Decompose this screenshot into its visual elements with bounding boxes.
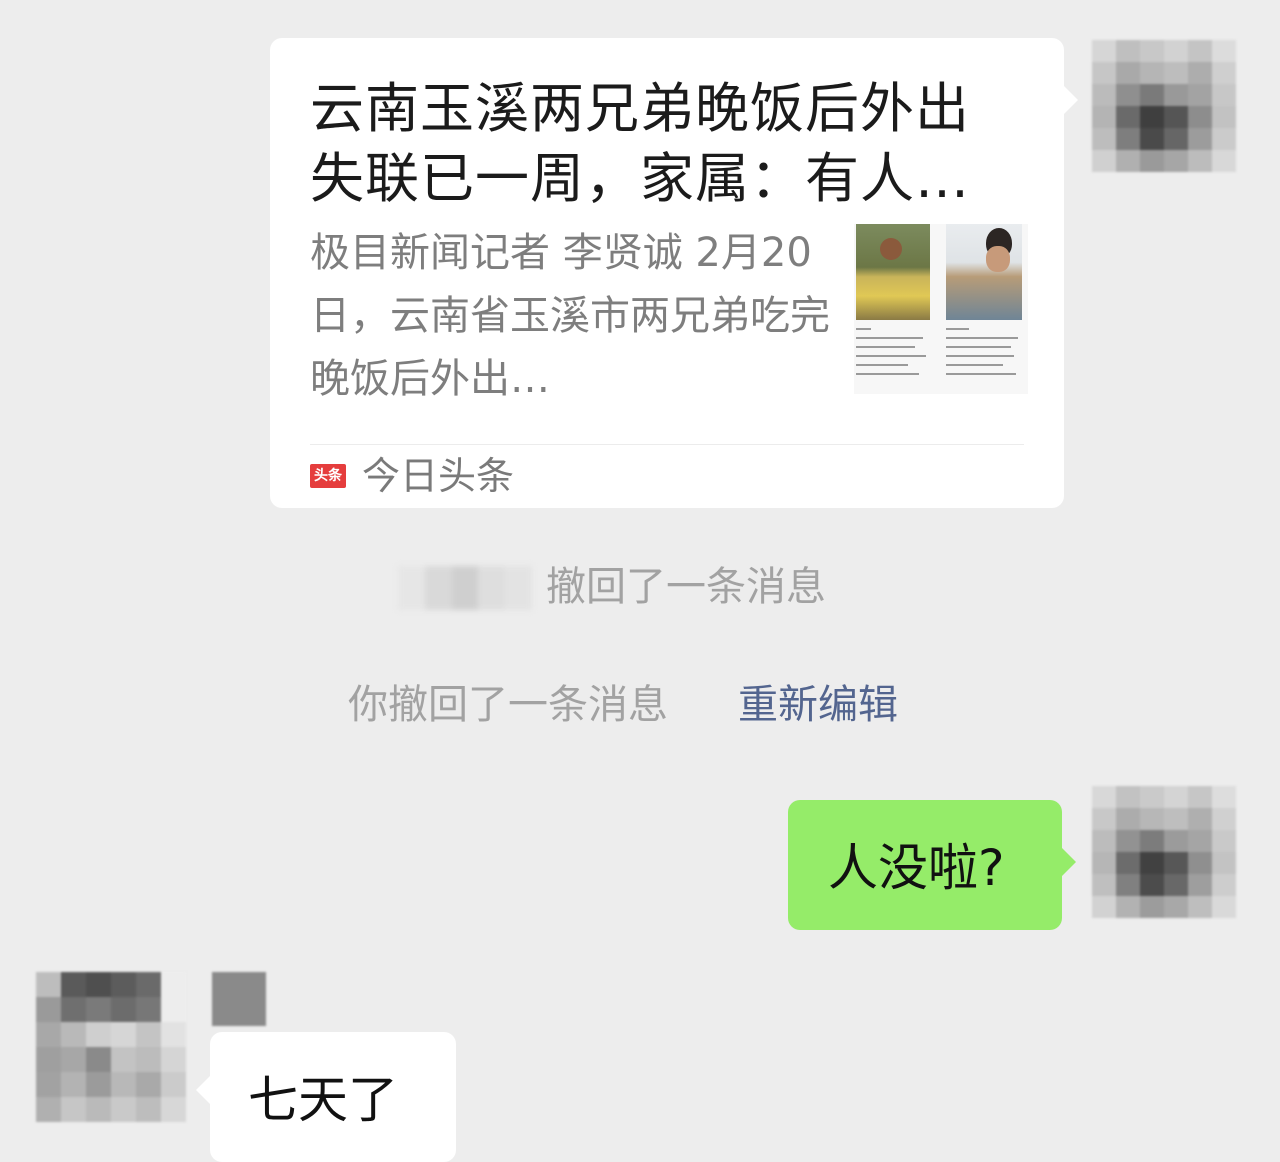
news-link-card[interactable]: 云南玉溪两兄弟晚饭后外出失联已一周，家属：有人… 极目新闻记者 李贤诚 2月20… bbox=[270, 38, 1078, 508]
peer-name-pixelated bbox=[212, 972, 266, 1026]
thumbnail-photo-left bbox=[856, 224, 930, 320]
thumbnail-text-lines bbox=[856, 328, 930, 375]
peer-recalled-notice: 撤回了一条消息 bbox=[546, 564, 826, 610]
thumbnail-photo-right bbox=[946, 224, 1022, 320]
self-avatar[interactable] bbox=[1092, 786, 1236, 918]
peer-avatar[interactable] bbox=[36, 972, 186, 1122]
card-source-name: 今日头条 bbox=[362, 454, 515, 498]
news-card-description: 极目新闻记者 李贤诚 2月20日，云南省玉溪市两兄弟吃完晚饭后外出… bbox=[310, 230, 830, 402]
news-card-title: 云南玉溪两兄弟晚饭后外出失联已一周，家属：有人… bbox=[310, 77, 970, 210]
reedit-link[interactable]: 重新编辑 bbox=[738, 680, 898, 730]
incoming-message-bubble[interactable]: 七天了 bbox=[196, 1032, 456, 1162]
outgoing-message-bubble[interactable]: 人没啦? bbox=[788, 800, 1076, 930]
self-recalled-notice: 你撤回了一条消息 bbox=[348, 682, 668, 728]
incoming-message-text: 七天了 bbox=[248, 1071, 398, 1129]
news-thumbnail-icon bbox=[854, 224, 1028, 394]
peer-name-pixelated bbox=[398, 566, 532, 610]
card-divider bbox=[310, 444, 1024, 445]
self-avatar[interactable] bbox=[1092, 40, 1236, 172]
outgoing-message-text: 人没啦? bbox=[828, 839, 1005, 897]
toutiao-logo-icon: 头条 bbox=[310, 464, 346, 488]
thumbnail-text-lines bbox=[946, 328, 1022, 375]
